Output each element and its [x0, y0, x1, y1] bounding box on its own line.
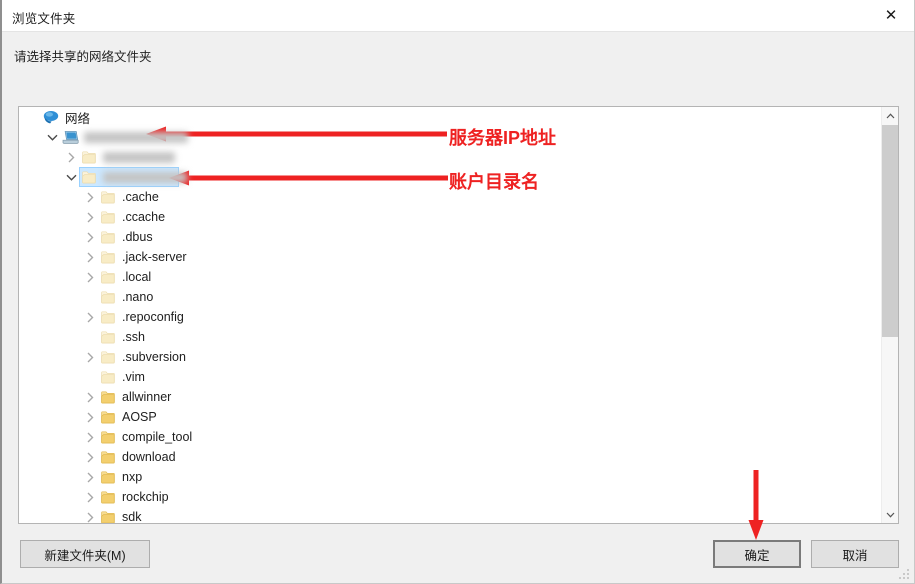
ok-button[interactable]: 确定	[713, 540, 801, 568]
tree-row[interactable]: download	[19, 447, 882, 467]
title-bar: 浏览文件夹 ✕	[2, 0, 914, 32]
folder-icon	[98, 267, 118, 287]
chevron-right-icon[interactable]	[82, 487, 98, 507]
tree-row-label: .ccache	[122, 210, 166, 224]
folder-icon	[98, 287, 118, 307]
chevron-down-icon[interactable]	[63, 167, 79, 187]
folder-icon	[98, 447, 118, 467]
chevron-right-icon[interactable]	[82, 447, 98, 467]
folder-icon	[79, 147, 99, 167]
tree-row-label: .repoconfig	[122, 310, 184, 324]
annotation-label-account: 账户目录名	[449, 172, 539, 192]
browse-folder-dialog: 浏览文件夹 ✕ 请选择共享的网络文件夹 网络 .cache .ccache .dbus…	[0, 0, 915, 584]
chevron-right-icon[interactable]	[82, 427, 98, 447]
folder-icon	[98, 507, 118, 523]
new-folder-button[interactable]: 新建文件夹(M)	[20, 540, 150, 568]
redacted-label	[103, 171, 187, 183]
tree-row[interactable]: .repoconfig	[19, 307, 882, 327]
resize-grip-icon[interactable]	[899, 569, 911, 581]
tree-scrollbar[interactable]	[881, 107, 898, 523]
chevron-right-icon[interactable]	[82, 247, 98, 267]
chevron-right-icon[interactable]	[82, 207, 98, 227]
scrollbar-thumb[interactable]	[882, 125, 898, 337]
chevron-down-icon[interactable]	[882, 506, 898, 523]
tree-row-label: .local	[122, 270, 152, 284]
chevron-down-icon[interactable]	[44, 127, 60, 147]
tree-row-label: sdk	[122, 510, 142, 523]
folder-icon	[98, 207, 118, 227]
close-icon[interactable]: ✕	[868, 0, 914, 31]
tree-row-label: .ssh	[122, 330, 145, 344]
chevron-right-icon[interactable]	[82, 407, 98, 427]
instruction-label: 请选择共享的网络文件夹	[14, 50, 152, 64]
tree-row-label: allwinner	[122, 390, 172, 404]
tree-row-label: 网络	[65, 111, 91, 126]
chevron-right-icon[interactable]	[63, 147, 79, 167]
tree-row-label: download	[122, 450, 176, 464]
folder-icon	[98, 427, 118, 447]
tree-row-label: rockchip	[122, 490, 169, 504]
annotation-arrow-account	[169, 170, 448, 186]
computer-icon	[60, 127, 80, 147]
chevron-right-icon[interactable]	[82, 227, 98, 247]
tree-row-label: .cache	[122, 190, 159, 204]
tree-row[interactable]	[19, 147, 882, 167]
tree-row[interactable]: .ccache	[19, 207, 882, 227]
tree-row[interactable]: compile_tool	[19, 427, 882, 447]
tree-row-label: compile_tool	[122, 430, 193, 444]
annotation-label-server: 服务器IP地址	[449, 128, 557, 148]
folder-icon	[98, 367, 118, 387]
folder-icon	[98, 307, 118, 327]
tree-row-label: .nano	[122, 290, 154, 304]
tree-row[interactable]: .jack-server	[19, 247, 882, 267]
folder-icon	[98, 227, 118, 247]
tree-row[interactable]: .local	[19, 267, 882, 287]
chevron-right-icon[interactable]	[82, 467, 98, 487]
window-title: 浏览文件夹	[12, 12, 76, 26]
chevron-right-icon[interactable]	[82, 187, 98, 207]
folder-icon	[98, 247, 118, 267]
tree-row[interactable]: .subversion	[19, 347, 882, 367]
folder-icon	[98, 327, 118, 347]
folder-icon	[79, 167, 99, 187]
chevron-up-icon[interactable]	[882, 107, 898, 124]
chevron-right-icon[interactable]	[82, 347, 98, 367]
folder-icon	[98, 487, 118, 507]
tree-row[interactable]: allwinner	[19, 387, 882, 407]
annotation-arrow-ok	[748, 470, 764, 540]
cancel-button[interactable]: 取消	[811, 540, 899, 568]
tree-row-label: .dbus	[122, 230, 153, 244]
tree-row-label: .vim	[122, 370, 145, 384]
tree-row-label: nxp	[122, 470, 143, 484]
tree-row[interactable]: .ssh	[19, 327, 882, 347]
tree-row-label: .jack-server	[122, 250, 187, 264]
tree-row[interactable]: AOSP	[19, 407, 882, 427]
folder-icon	[98, 467, 118, 487]
tree-row-label: AOSP	[122, 410, 157, 424]
chevron-right-icon[interactable]	[82, 307, 98, 327]
tree-row-label: .subversion	[122, 350, 186, 364]
network-icon	[41, 107, 61, 127]
redacted-label	[84, 131, 188, 143]
chevron-right-icon[interactable]	[82, 267, 98, 287]
chevron-right-icon[interactable]	[82, 507, 98, 523]
folder-icon	[98, 187, 118, 207]
folder-icon	[98, 407, 118, 427]
tree-row[interactable]: .dbus	[19, 227, 882, 247]
folder-icon	[98, 387, 118, 407]
tree-row[interactable]: .nano	[19, 287, 882, 307]
folder-icon	[98, 347, 118, 367]
tree-row[interactable]: .vim	[19, 367, 882, 387]
chevron-right-icon[interactable]	[82, 387, 98, 407]
redacted-label	[103, 151, 175, 163]
